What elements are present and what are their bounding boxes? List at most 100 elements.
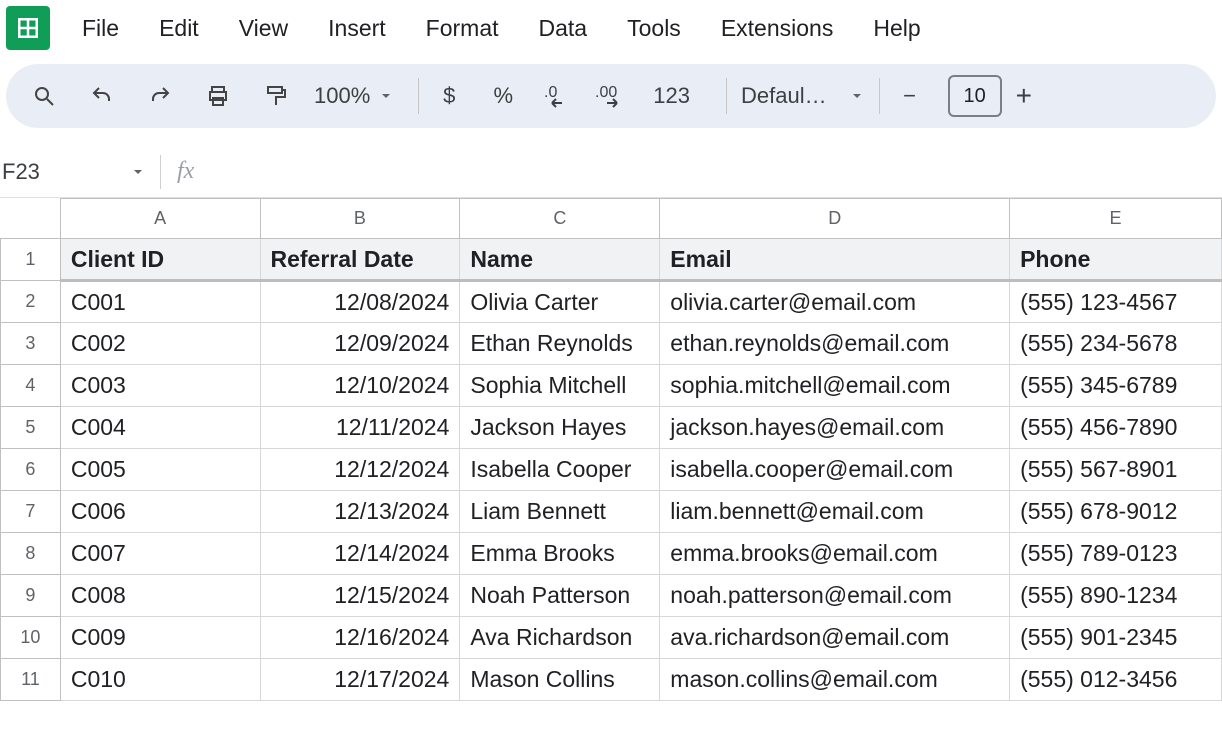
row-header-7[interactable]: 7 <box>1 491 61 533</box>
cell-A1[interactable]: Client ID <box>60 239 260 281</box>
row-header-5[interactable]: 5 <box>1 407 61 449</box>
cell-D3[interactable]: ethan.reynolds@email.com <box>660 323 1010 365</box>
cell-D11[interactable]: mason.collins@email.com <box>660 659 1010 701</box>
cell-D2[interactable]: olivia.carter@email.com <box>660 281 1010 323</box>
cell-E9[interactable]: (555) 890-1234 <box>1010 575 1222 617</box>
menu-view[interactable]: View <box>239 15 288 42</box>
row-header-9[interactable]: 9 <box>1 575 61 617</box>
cell-C1[interactable]: Name <box>460 239 660 281</box>
row-header-10[interactable]: 10 <box>1 617 61 659</box>
cell-A9[interactable]: C008 <box>60 575 260 617</box>
cell-E6[interactable]: (555) 567-8901 <box>1010 449 1222 491</box>
search-button[interactable] <box>24 76 64 116</box>
menu-file[interactable]: File <box>82 15 119 42</box>
decrease-font-size[interactable]: − <box>894 83 926 109</box>
more-formats[interactable]: 123 <box>653 83 690 109</box>
formula-input[interactable] <box>194 146 1222 197</box>
sheets-logo[interactable] <box>6 6 50 50</box>
paint-format-button[interactable] <box>256 76 296 116</box>
format-currency[interactable]: $ <box>433 83 465 109</box>
cell-D1[interactable]: Email <box>660 239 1010 281</box>
cell-A11[interactable]: C010 <box>60 659 260 701</box>
cell-B4[interactable]: 12/10/2024 <box>260 365 460 407</box>
cell-C3[interactable]: Ethan Reynolds <box>460 323 660 365</box>
cell-B3[interactable]: 12/09/2024 <box>260 323 460 365</box>
menu-edit[interactable]: Edit <box>159 15 199 42</box>
cell-C5[interactable]: Jackson Hayes <box>460 407 660 449</box>
name-box[interactable]: F23 <box>0 159 160 185</box>
row-header-4[interactable]: 4 <box>1 365 61 407</box>
cell-D5[interactable]: jackson.hayes@email.com <box>660 407 1010 449</box>
cell-B10[interactable]: 12/16/2024 <box>260 617 460 659</box>
format-percent[interactable]: % <box>487 83 519 109</box>
cell-C11[interactable]: Mason Collins <box>460 659 660 701</box>
cell-B11[interactable]: 12/17/2024 <box>260 659 460 701</box>
cell-D6[interactable]: isabella.cooper@email.com <box>660 449 1010 491</box>
zoom-select[interactable]: 100% <box>314 83 394 109</box>
cell-E8[interactable]: (555) 789-0123 <box>1010 533 1222 575</box>
cell-C8[interactable]: Emma Brooks <box>460 533 660 575</box>
cell-A6[interactable]: C005 <box>60 449 260 491</box>
col-header-C[interactable]: C <box>460 199 660 239</box>
cell-C10[interactable]: Ava Richardson <box>460 617 660 659</box>
cell-E11[interactable]: (555) 012-3456 <box>1010 659 1222 701</box>
cell-D7[interactable]: liam.bennett@email.com <box>660 491 1010 533</box>
row-header-6[interactable]: 6 <box>1 449 61 491</box>
undo-button[interactable] <box>82 76 122 116</box>
cell-A3[interactable]: C002 <box>60 323 260 365</box>
col-header-D[interactable]: D <box>660 199 1010 239</box>
cell-A8[interactable]: C007 <box>60 533 260 575</box>
cell-C4[interactable]: Sophia Mitchell <box>460 365 660 407</box>
cell-B7[interactable]: 12/13/2024 <box>260 491 460 533</box>
cell-E10[interactable]: (555) 901-2345 <box>1010 617 1222 659</box>
cell-E4[interactable]: (555) 345-6789 <box>1010 365 1222 407</box>
cell-E2[interactable]: (555) 123-4567 <box>1010 281 1222 323</box>
cell-C6[interactable]: Isabella Cooper <box>460 449 660 491</box>
cell-B5[interactable]: 12/11/2024 <box>260 407 460 449</box>
cell-E7[interactable]: (555) 678-9012 <box>1010 491 1222 533</box>
cell-B2[interactable]: 12/08/2024 <box>260 281 460 323</box>
increase-decimal[interactable]: .00 <box>595 83 631 109</box>
cell-B9[interactable]: 12/15/2024 <box>260 575 460 617</box>
menu-data[interactable]: Data <box>539 15 588 42</box>
cell-D9[interactable]: noah.patterson@email.com <box>660 575 1010 617</box>
cell-D10[interactable]: ava.richardson@email.com <box>660 617 1010 659</box>
print-button[interactable] <box>198 76 238 116</box>
cell-A5[interactable]: C004 <box>60 407 260 449</box>
cell-B1[interactable]: Referral Date <box>260 239 460 281</box>
col-header-B[interactable]: B <box>260 199 460 239</box>
menu-tools[interactable]: Tools <box>627 15 681 42</box>
cell-A2[interactable]: C001 <box>60 281 260 323</box>
menu-help[interactable]: Help <box>873 15 920 42</box>
cell-C2[interactable]: Olivia Carter <box>460 281 660 323</box>
row-header-3[interactable]: 3 <box>1 323 61 365</box>
cell-E1[interactable]: Phone <box>1010 239 1222 281</box>
cell-A10[interactable]: C009 <box>60 617 260 659</box>
row-header-8[interactable]: 8 <box>1 533 61 575</box>
row-header-11[interactable]: 11 <box>1 659 61 701</box>
cell-A4[interactable]: C003 <box>60 365 260 407</box>
cell-A7[interactable]: C006 <box>60 491 260 533</box>
cell-B8[interactable]: 12/14/2024 <box>260 533 460 575</box>
col-header-A[interactable]: A <box>60 199 260 239</box>
select-all-corner[interactable] <box>1 199 61 239</box>
cell-C7[interactable]: Liam Bennett <box>460 491 660 533</box>
cell-B6[interactable]: 12/12/2024 <box>260 449 460 491</box>
menu-insert[interactable]: Insert <box>328 15 386 42</box>
row-header-2[interactable]: 2 <box>1 281 61 323</box>
spreadsheet-grid[interactable]: A B C D E 1 Client ID Referral Date Name… <box>0 198 1222 701</box>
row-header-1[interactable]: 1 <box>1 239 61 281</box>
redo-button[interactable] <box>140 76 180 116</box>
cell-D4[interactable]: sophia.mitchell@email.com <box>660 365 1010 407</box>
increase-font-size[interactable]: + <box>1016 80 1032 112</box>
menu-format[interactable]: Format <box>426 15 499 42</box>
col-header-E[interactable]: E <box>1010 199 1222 239</box>
cell-C9[interactable]: Noah Patterson <box>460 575 660 617</box>
menu-extensions[interactable]: Extensions <box>721 15 834 42</box>
cell-E5[interactable]: (555) 456-7890 <box>1010 407 1222 449</box>
cell-D8[interactable]: emma.brooks@email.com <box>660 533 1010 575</box>
font-select[interactable]: Defaul… <box>741 83 865 109</box>
cell-E3[interactable]: (555) 234-5678 <box>1010 323 1222 365</box>
decrease-decimal[interactable]: .0 <box>541 83 573 109</box>
font-size-input[interactable]: 10 <box>948 75 1002 117</box>
